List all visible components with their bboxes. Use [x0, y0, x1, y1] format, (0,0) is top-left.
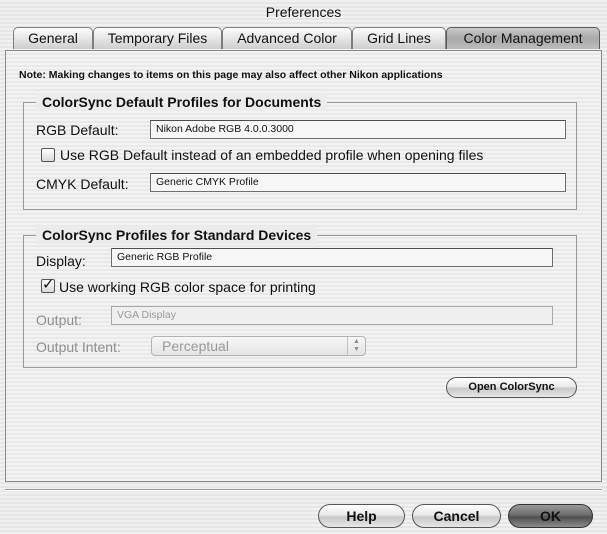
output-intent-popup[interactable]: Perceptual ▲ ▼	[151, 336, 366, 356]
working-rgb-printing-label[interactable]: Use working RGB color space for printing	[59, 278, 316, 296]
use-rgb-default-checkbox[interactable]	[41, 148, 55, 162]
tab-general[interactable]: General	[13, 27, 93, 49]
rgb-default-label: RGB Default:	[36, 122, 119, 138]
display-profile-field[interactable]: Generic RGB Profile	[111, 248, 553, 267]
tab-color-management[interactable]: Color Management	[446, 27, 600, 49]
open-colorsync-button[interactable]: Open ColorSync	[446, 377, 577, 398]
color-management-pane: Note: Making changes to items on this pa…	[5, 50, 602, 482]
tab-advanced-color[interactable]: Advanced Color	[222, 27, 352, 49]
cmyk-default-field[interactable]: Generic CMYK Profile	[150, 173, 566, 192]
devices-profiles-group: ColorSync Profiles for Standard Devices …	[23, 226, 577, 368]
working-rgb-printing-checkbox[interactable]: ✓	[41, 276, 55, 293]
popup-arrows-icon: ▲ ▼	[347, 337, 365, 355]
output-intent-value: Perceptual	[162, 338, 229, 354]
use-rgb-default-label[interactable]: Use RGB Default instead of an embedded p…	[60, 146, 483, 164]
help-button[interactable]: Help	[318, 504, 405, 528]
note-text: Note: Making changes to items on this pa…	[19, 69, 443, 81]
documents-profiles-group: ColorSync Default Profiles for Documents…	[23, 93, 577, 210]
bottom-separator	[5, 489, 602, 491]
documents-group-title: ColorSync Default Profiles for Documents	[36, 93, 328, 111]
devices-group-title: ColorSync Profiles for Standard Devices	[36, 226, 318, 244]
checkmark-icon: ✓	[42, 276, 55, 293]
tab-bar: General Temporary Files Advanced Color G…	[13, 26, 602, 50]
rgb-default-field[interactable]: Nikon Adobe RGB 4.0.0.3000	[150, 120, 566, 139]
ok-button[interactable]: OK	[508, 504, 593, 528]
output-intent-label: Output Intent:	[36, 339, 121, 355]
display-label: Display:	[36, 253, 86, 269]
output-profile-field[interactable]: VGA Display	[111, 306, 553, 325]
window-title: Preferences	[265, 4, 342, 20]
output-label: Output:	[36, 312, 82, 328]
cancel-button[interactable]: Cancel	[412, 504, 501, 528]
tab-temporary-files[interactable]: Temporary Files	[93, 27, 222, 49]
tab-grid-lines[interactable]: Grid Lines	[352, 27, 446, 49]
cmyk-default-label: CMYK Default:	[36, 176, 129, 192]
